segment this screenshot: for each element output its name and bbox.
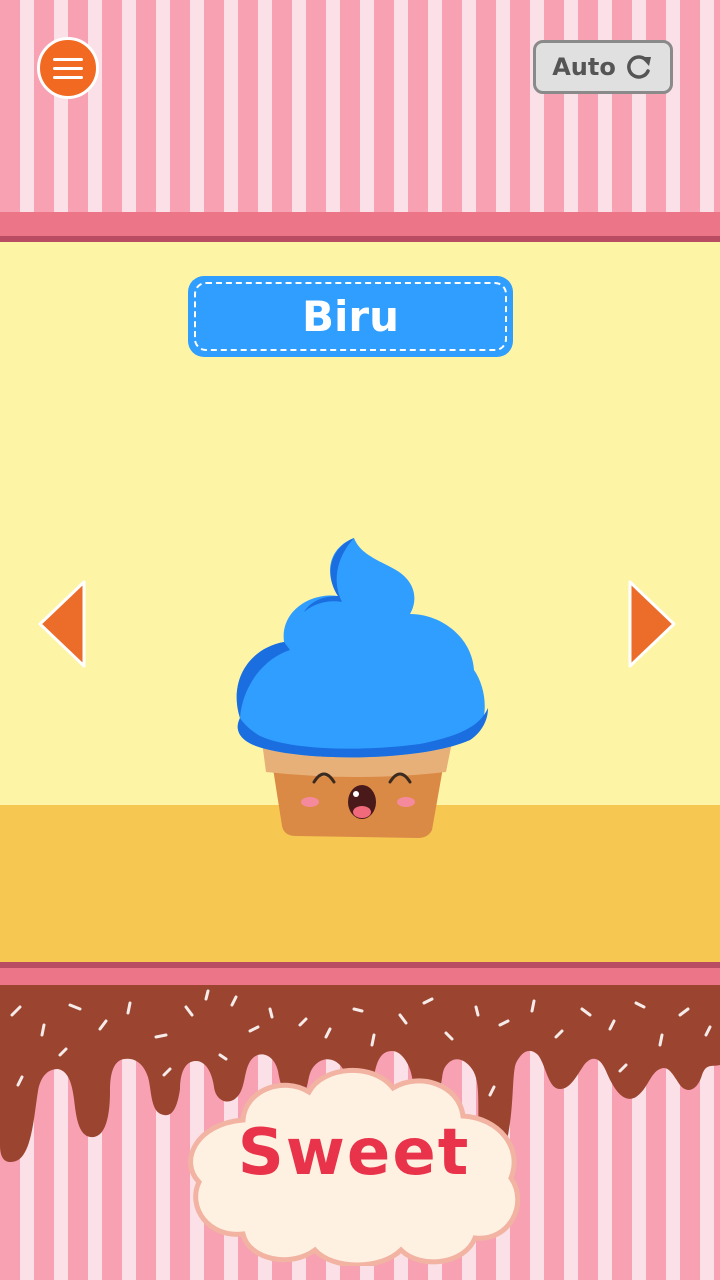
cupcake-character bbox=[236, 538, 488, 838]
color-name-text: Biru bbox=[194, 282, 507, 351]
menu-button[interactable] bbox=[37, 37, 99, 99]
sweet-label: Sweet bbox=[237, 1116, 471, 1190]
refresh-icon bbox=[626, 55, 651, 79]
arrow-left-icon[interactable] bbox=[36, 578, 88, 670]
auto-button[interactable]: Auto bbox=[533, 40, 673, 94]
arrow-right-icon[interactable] bbox=[626, 578, 678, 670]
top-striped-background bbox=[0, 0, 720, 212]
auto-label: Auto bbox=[552, 53, 616, 81]
top-pink-band bbox=[0, 212, 720, 236]
hamburger-icon bbox=[53, 57, 83, 61]
color-name-card: Biru bbox=[188, 276, 513, 357]
